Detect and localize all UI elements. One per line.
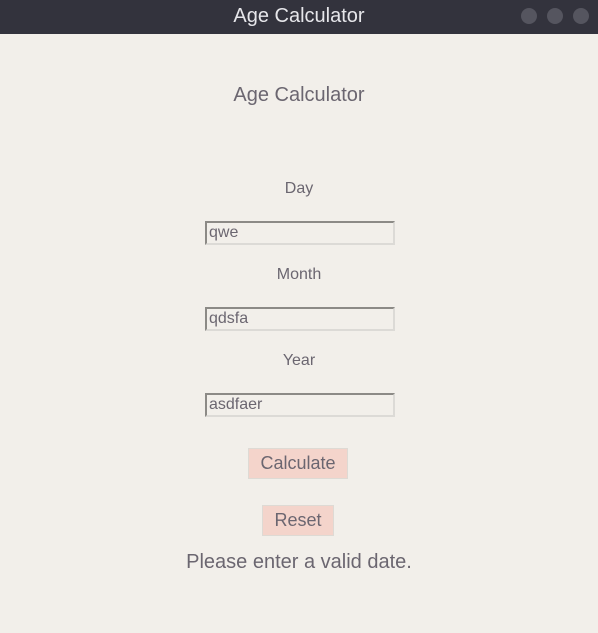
month-input[interactable] <box>205 307 395 331</box>
result-message: Please enter a valid date. <box>186 551 412 573</box>
title-bar: Age Calculator <box>0 0 598 34</box>
reset-button[interactable]: Reset <box>262 505 334 536</box>
page-title: Age Calculator <box>233 84 365 106</box>
window-title: Age Calculator <box>233 5 365 27</box>
month-label: Month <box>276 266 322 283</box>
year-input[interactable] <box>205 393 395 417</box>
close-button[interactable] <box>573 8 589 24</box>
calculate-button[interactable]: Calculate <box>248 448 348 479</box>
day-label: Day <box>284 180 314 197</box>
maximize-button[interactable] <box>547 8 563 24</box>
day-input[interactable] <box>205 221 395 245</box>
year-label: Year <box>282 352 316 369</box>
minimize-button[interactable] <box>521 8 537 24</box>
